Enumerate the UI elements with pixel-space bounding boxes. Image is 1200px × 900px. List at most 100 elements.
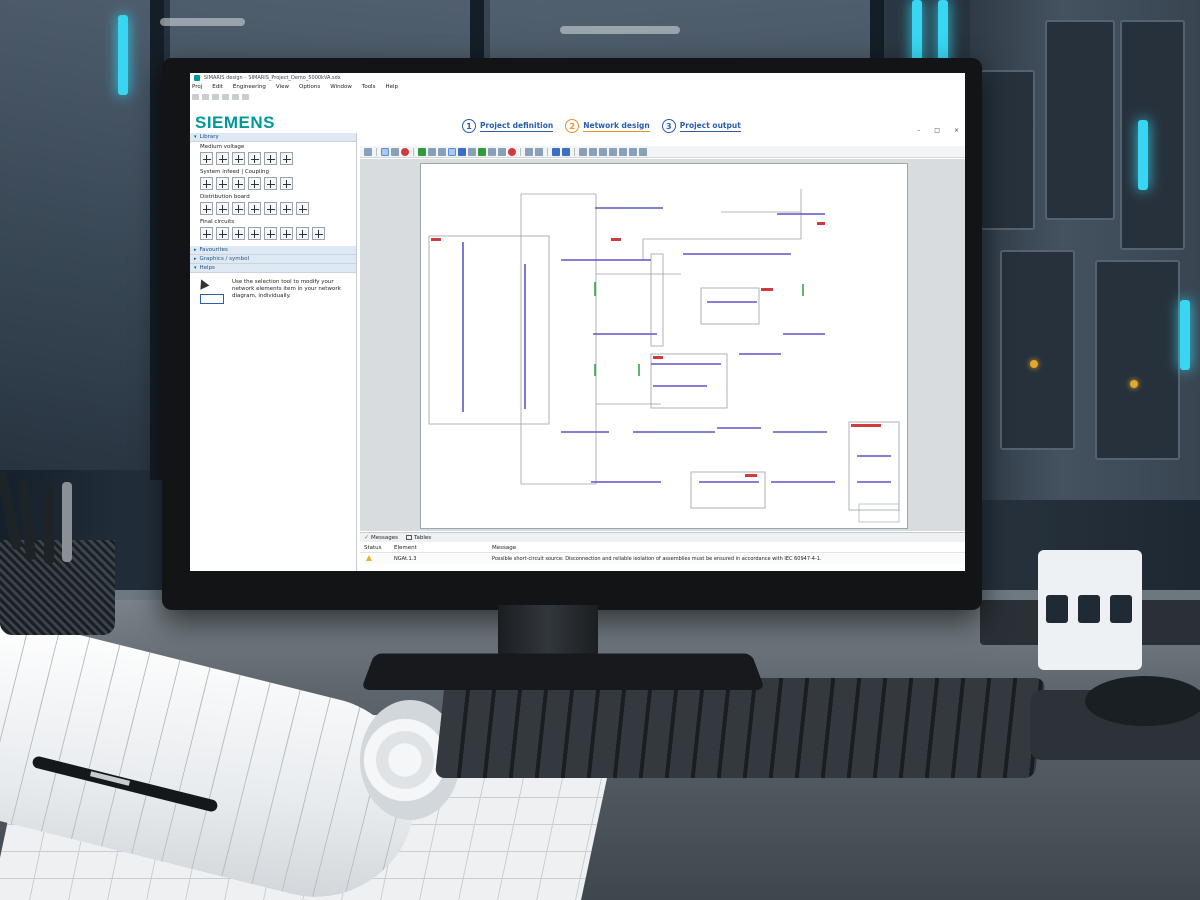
symbol-row xyxy=(190,201,356,217)
layers-icon[interactable] xyxy=(599,147,607,156)
print-icon[interactable] xyxy=(242,94,249,100)
menu-item-window[interactable]: Window xyxy=(330,84,352,93)
tab-messages[interactable]: ✓ Messages xyxy=(364,534,398,541)
mv-symbol-icon[interactable] xyxy=(280,152,293,165)
layout-icon[interactable] xyxy=(579,147,587,156)
pen xyxy=(44,484,54,564)
circuit-symbol-icon[interactable] xyxy=(216,227,229,240)
diagram-canvas[interactable] xyxy=(360,159,965,531)
infeed-symbol-icon[interactable] xyxy=(200,177,213,190)
cabinet-door xyxy=(1045,20,1115,220)
move-icon[interactable] xyxy=(391,147,399,156)
ceiling-light xyxy=(160,18,245,26)
close-button[interactable]: × xyxy=(954,127,959,134)
open-icon[interactable] xyxy=(202,94,209,100)
undo-icon[interactable] xyxy=(222,94,229,100)
step-project-definition[interactable]: 1 Project definition xyxy=(462,119,554,133)
play-icon[interactable] xyxy=(418,147,426,156)
step-project-output[interactable]: 3 Project output xyxy=(661,119,741,133)
fit-icon[interactable] xyxy=(609,147,617,156)
zoom-in-icon[interactable] xyxy=(525,147,533,156)
export-icon[interactable] xyxy=(619,147,627,156)
infeed-symbol-icon[interactable] xyxy=(232,177,245,190)
helps-header[interactable]: ▾ Helps xyxy=(190,264,356,273)
library-panel: ▾ Library Medium voltage System infeed |… xyxy=(190,133,357,571)
board-symbol-icon[interactable] xyxy=(296,202,309,215)
target-icon[interactable] xyxy=(562,147,570,156)
chevron-down-icon: ▾ xyxy=(194,265,197,271)
circuit-symbol-icon[interactable] xyxy=(232,227,245,240)
board-frame xyxy=(848,421,900,511)
table-row[interactable]: NGAt.1.3 Possible short-circuit source: … xyxy=(360,554,965,564)
circuit-symbol-icon[interactable] xyxy=(200,227,213,240)
favourites-header[interactable]: ▸ Favourites xyxy=(190,246,356,255)
settings-icon[interactable] xyxy=(639,147,647,156)
maximize-button[interactable]: □ xyxy=(934,127,940,134)
col-status[interactable]: Status xyxy=(360,545,394,551)
circuit-symbol-icon[interactable] xyxy=(280,227,293,240)
board-symbol-icon[interactable] xyxy=(232,202,245,215)
step-network-design[interactable]: 2 Network design xyxy=(565,119,650,133)
col-message[interactable]: Message xyxy=(492,545,965,551)
red-label xyxy=(761,288,773,291)
help-box: Use the selection tool to modify your ne… xyxy=(190,273,356,305)
cabinet-door xyxy=(1095,260,1180,460)
menu-item-tools[interactable]: Tools xyxy=(362,84,376,93)
diagram-sheet[interactable] xyxy=(420,163,908,529)
graphics-header[interactable]: ▸ Graphics / symbol xyxy=(190,255,356,264)
pointer-icon[interactable] xyxy=(364,147,372,156)
board-symbol-icon[interactable] xyxy=(200,202,213,215)
mv-symbol-icon[interactable] xyxy=(232,152,245,165)
library-header[interactable]: ▾ Library xyxy=(190,133,356,142)
zoom-out-icon[interactable] xyxy=(535,147,543,156)
arrow-icon[interactable] xyxy=(478,147,486,156)
mirror-icon[interactable] xyxy=(498,147,506,156)
menu-item-engineering[interactable]: Engineering xyxy=(233,84,266,93)
menu-bar: Proj Edit Engineering View Options Windo… xyxy=(190,84,398,93)
mv-symbol-icon[interactable] xyxy=(248,152,261,165)
board-symbol-icon[interactable] xyxy=(280,202,293,215)
pen-icon[interactable] xyxy=(468,147,476,156)
minimize-button[interactable]: – xyxy=(917,127,920,134)
cabinet-door xyxy=(1120,20,1185,250)
table-icon[interactable] xyxy=(589,147,597,156)
print-icon[interactable] xyxy=(629,147,637,156)
infeed-symbol-icon[interactable] xyxy=(216,177,229,190)
board-symbol-icon[interactable] xyxy=(264,202,277,215)
select-tool-icon[interactable] xyxy=(381,147,389,156)
pen xyxy=(62,482,72,562)
infeed-symbol-icon[interactable] xyxy=(264,177,277,190)
delete-icon[interactable] xyxy=(508,147,516,156)
step-icon[interactable] xyxy=(428,147,436,156)
menu-item-help[interactable]: Help xyxy=(385,84,398,93)
board-frame xyxy=(428,235,550,425)
rotate-icon[interactable] xyxy=(488,147,496,156)
col-element[interactable]: Element xyxy=(394,545,492,551)
favourites-title: Favourites xyxy=(199,247,228,253)
menu-item-edit[interactable]: Edit xyxy=(212,84,223,93)
mv-symbol-icon[interactable] xyxy=(216,152,229,165)
target-icon[interactable] xyxy=(552,147,560,156)
board-symbol-icon[interactable] xyxy=(248,202,261,215)
circuit-symbol-icon[interactable] xyxy=(264,227,277,240)
tab-tables[interactable]: Tables xyxy=(406,535,431,541)
stop-icon[interactable] xyxy=(401,147,409,156)
cyan-light xyxy=(1138,120,1148,190)
grid-icon[interactable] xyxy=(448,147,456,156)
circuit-symbol-icon[interactable] xyxy=(248,227,261,240)
menu-item-project[interactable]: Proj xyxy=(192,84,202,93)
circuit-symbol-icon[interactable] xyxy=(296,227,309,240)
new-icon[interactable] xyxy=(192,94,199,100)
align-icon[interactable] xyxy=(458,147,466,156)
connect-icon[interactable] xyxy=(438,147,446,156)
redo-icon[interactable] xyxy=(232,94,239,100)
circuit-symbol-icon[interactable] xyxy=(312,227,325,240)
menu-item-options[interactable]: Options xyxy=(299,84,320,93)
infeed-symbol-icon[interactable] xyxy=(248,177,261,190)
menu-item-view[interactable]: View xyxy=(276,84,289,93)
mv-symbol-icon[interactable] xyxy=(264,152,277,165)
board-symbol-icon[interactable] xyxy=(216,202,229,215)
mv-symbol-icon[interactable] xyxy=(200,152,213,165)
infeed-symbol-icon[interactable] xyxy=(280,177,293,190)
save-icon[interactable] xyxy=(212,94,219,100)
